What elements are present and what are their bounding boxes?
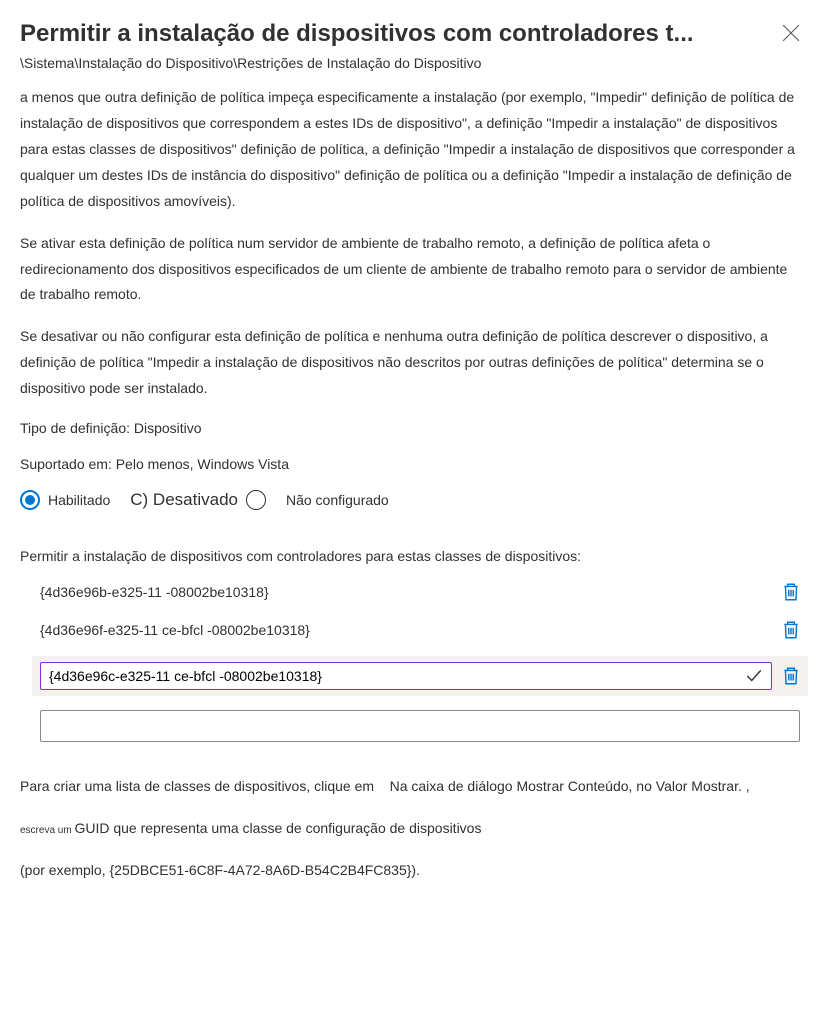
help-line2b: GUID que representa uma classe de config… <box>74 820 481 836</box>
radio-not-configured[interactable]: Não configurado <box>286 492 389 508</box>
supported-on: Suportado em: Pelo menos, Windows Vista <box>20 456 800 472</box>
radio-circle-icon <box>246 490 266 510</box>
close-icon[interactable] <box>782 24 800 42</box>
radio-enabled[interactable]: Habilitado <box>20 490 110 510</box>
trash-icon[interactable] <box>782 666 800 686</box>
list-item: {4d36e96b-e325-11 -08002be10318} <box>40 580 800 604</box>
trash-icon[interactable] <box>782 620 800 640</box>
description-p3: Se desativar ou não configurar esta defi… <box>20 324 800 402</box>
help-text: Para criar uma lista de classes de dispo… <box>20 772 800 884</box>
list-item-input[interactable] <box>49 668 745 684</box>
device-classes-list: {4d36e96b-e325-11 -08002be10318} {4d36e9… <box>20 580 800 742</box>
help-line3: (por exemplo, {25DBCE51-6C8F-4A72-8A6D-B… <box>20 856 800 884</box>
radio-disabled-label: C) Desativado <box>130 490 238 510</box>
list-item: {4d36e96f-e325-11 ce-bfcl -08002be10318} <box>40 618 800 642</box>
list-item-input-wrapper <box>40 662 772 690</box>
radio-disabled[interactable]: C) Desativado <box>130 490 266 510</box>
new-item-input[interactable] <box>40 710 800 742</box>
trash-icon[interactable] <box>782 582 800 602</box>
description-p2: Se ativar esta definição de política num… <box>20 231 800 309</box>
radio-circle-icon <box>20 490 40 510</box>
list-item-new <box>40 710 800 742</box>
list-item-value: {4d36e96b-e325-11 -08002be10318} <box>40 580 772 604</box>
setting-type: Tipo de definição: Dispositivo <box>20 420 800 436</box>
help-line2a: escreva um <box>20 825 74 836</box>
help-line1b: Na caixa de diálogo Mostrar Conteúdo, no… <box>390 778 750 794</box>
state-radio-group: Habilitado C) Desativado Não configurado <box>20 490 800 510</box>
device-classes-label: Permitir a instalação de dispositivos co… <box>20 548 800 564</box>
radio-enabled-label: Habilitado <box>48 492 110 508</box>
list-item-editing <box>32 656 808 696</box>
breadcrumb: \Sistema\Instalação do Dispositivo\Restr… <box>20 55 800 71</box>
list-item-value: {4d36e96f-e325-11 ce-bfcl -08002be10318} <box>40 618 772 642</box>
page-title: Permitir a instalação de dispositivos co… <box>20 18 772 49</box>
help-line1a: Para criar uma lista de classes de dispo… <box>20 778 378 794</box>
description-p1: a menos que outra definição de política … <box>20 85 800 214</box>
policy-description: a menos que outra definição de política … <box>20 85 800 402</box>
check-icon[interactable] <box>745 667 763 685</box>
radio-not-configured-label: Não configurado <box>286 492 389 508</box>
